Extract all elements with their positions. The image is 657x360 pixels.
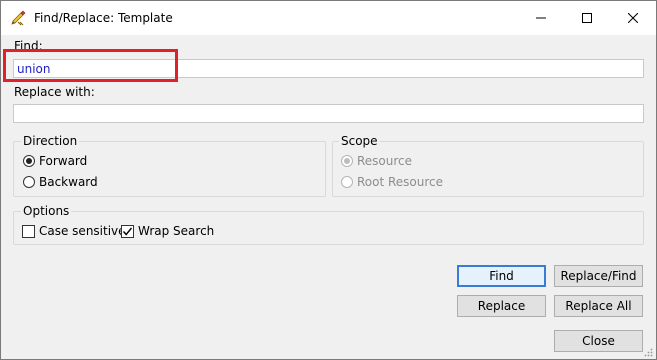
maximize-button[interactable] (564, 1, 610, 35)
find-replace-dialog: Find/Replace: Template Find: Replace wit… (0, 0, 657, 360)
scope-root-resource-label: Root Resource (357, 175, 444, 189)
eclipse-pencil-icon (10, 10, 27, 27)
wrap-search-label: Wrap Search (138, 224, 215, 238)
find-button[interactable]: Find (457, 265, 546, 287)
maximize-icon (582, 13, 592, 23)
replace-all-button[interactable]: Replace All (554, 295, 643, 317)
case-sensitive-label: Case sensitive (39, 224, 126, 238)
minimize-button[interactable] (518, 1, 564, 35)
close-window-button[interactable] (610, 1, 656, 35)
direction-backward-label: Backward (39, 175, 98, 189)
direction-forward-radio[interactable]: Forward (23, 154, 87, 168)
replace-button[interactable]: Replace (457, 295, 546, 317)
scope-group-title: Scope (339, 134, 380, 148)
scope-resource-radio[interactable]: Resource (341, 154, 412, 168)
radio-selected-icon (23, 155, 35, 167)
checkbox-unchecked-icon (22, 224, 35, 238)
replace-find-button[interactable]: Replace/Find (554, 265, 643, 287)
case-sensitive-checkbox[interactable]: Case sensitive (22, 224, 126, 238)
replace-label: Replace with: (14, 85, 95, 99)
direction-forward-label: Forward (39, 154, 88, 168)
wrap-search-checkbox[interactable]: Wrap Search (121, 224, 214, 238)
scope-root-resource-radio[interactable]: Root Resource (341, 175, 443, 189)
close-button[interactable]: Close (554, 330, 643, 352)
radio-selected-disabled-icon (341, 155, 353, 167)
find-label: Find: (14, 39, 43, 53)
direction-backward-radio[interactable]: Backward (23, 175, 98, 189)
title-bar[interactable]: Find/Replace: Template (1, 1, 656, 35)
scope-resource-label: Resource (357, 154, 413, 168)
close-icon (628, 13, 638, 23)
minimize-icon (536, 17, 546, 19)
window-title: Find/Replace: Template (34, 11, 173, 25)
resize-grip-icon[interactable] (643, 346, 653, 357)
direction-group-title: Direction (21, 134, 80, 148)
find-input[interactable] (13, 59, 644, 78)
options-group-title: Options (21, 204, 72, 218)
radio-unselected-icon (23, 176, 35, 188)
checkmark-icon (121, 224, 134, 238)
radio-unselected-disabled-icon (341, 176, 353, 188)
replace-input[interactable] (13, 104, 644, 123)
